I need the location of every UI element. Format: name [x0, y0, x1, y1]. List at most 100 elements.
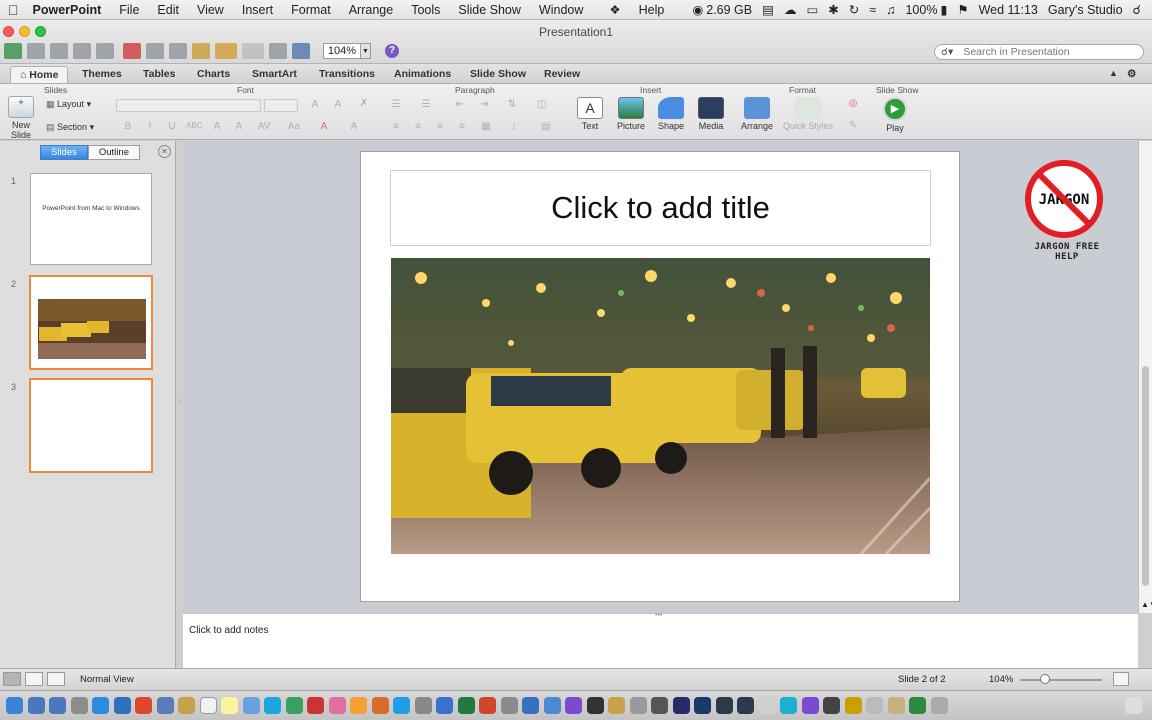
menu-window[interactable]: Window [539, 3, 583, 17]
facetime-icon[interactable] [285, 697, 303, 714]
keynote-icon[interactable] [543, 697, 561, 714]
notes-pane[interactable]: ••• Click to add notes [183, 612, 1138, 668]
app-menu[interactable]: PowerPoint [33, 3, 102, 17]
clear-format-icon[interactable]: ✗ [356, 98, 372, 111]
search-input[interactable] [963, 46, 1134, 58]
clock[interactable]: Wed 11:13 [979, 3, 1038, 17]
tab-themes[interactable]: Themes [73, 66, 131, 83]
system-preferences-icon[interactable] [414, 697, 432, 714]
slide-thumbnail-3[interactable] [29, 378, 153, 473]
tab-tables[interactable]: Tables [134, 66, 184, 83]
muse-icon[interactable] [844, 697, 862, 714]
flag-icon[interactable]: ⚑ [957, 2, 968, 17]
font-color-icon[interactable]: A [316, 121, 332, 134]
onenote-icon[interactable] [801, 697, 819, 714]
insert-media-button[interactable]: Media [692, 97, 730, 131]
docs-folder-icon[interactable] [930, 697, 948, 714]
menu-view[interactable]: View [197, 3, 224, 17]
cut-icon[interactable] [123, 43, 141, 59]
underline-icon[interactable]: U [164, 121, 180, 134]
presenter-view-button[interactable] [47, 672, 65, 686]
display-icon[interactable] [823, 697, 840, 714]
sharing-icon[interactable] [780, 697, 797, 714]
new-slide-button[interactable]: + New Slide [2, 96, 40, 140]
safari-icon[interactable] [92, 697, 109, 714]
folder-stack-icon[interactable] [866, 697, 883, 714]
scroll-thumb[interactable] [1142, 366, 1149, 586]
photoshop-icon[interactable] [694, 697, 711, 714]
italic-icon[interactable]: I [142, 121, 158, 134]
change-case-icon[interactable]: Aa [286, 121, 302, 134]
align-right-icon[interactable]: ≡ [432, 121, 448, 134]
help-viewer-icon[interactable] [758, 697, 776, 714]
finder-icon[interactable] [6, 697, 23, 714]
slide-photo-taxis[interactable] [391, 258, 930, 554]
airplay-icon[interactable]: ▭ [806, 2, 818, 17]
tab-outline[interactable]: Outline [87, 145, 140, 160]
xcode-icon[interactable] [436, 697, 453, 714]
numbering-icon[interactable]: ☰ [418, 99, 434, 112]
print-icon[interactable] [96, 43, 114, 59]
align-center-icon[interactable]: ≡ [410, 121, 426, 134]
fit-to-window-icon[interactable] [1113, 672, 1129, 686]
insert-picture-button[interactable]: Picture [611, 97, 651, 131]
premiere-icon[interactable] [672, 697, 690, 714]
notes-resize-handle[interactable]: ••• [655, 612, 662, 619]
spotlight-icon[interactable]: ☌ [1133, 2, 1141, 17]
media-browser-icon[interactable] [292, 43, 310, 59]
volume-icon[interactable]: ♫ [886, 3, 895, 17]
tab-charts[interactable]: Charts [188, 66, 239, 83]
timemachine-icon[interactable]: ↻ [849, 2, 859, 17]
photo-booth-icon[interactable] [307, 697, 324, 714]
wifi-icon[interactable]: ≈ [869, 3, 876, 17]
downloads-icon[interactable] [27, 697, 45, 714]
current-slide[interactable]: Click to add title [360, 151, 960, 602]
contacts-icon[interactable] [178, 697, 195, 714]
strikethrough-icon[interactable]: ABC [186, 121, 202, 134]
open-icon[interactable] [50, 43, 68, 59]
distribute-icon[interactable]: ▦ [478, 121, 494, 134]
ribbon-settings-icon[interactable]: ⚙ [1118, 66, 1145, 83]
columns-icon[interactable]: ◫ [534, 99, 550, 112]
script-icon[interactable]: ❖ [609, 2, 620, 17]
messages-icon[interactable] [264, 697, 281, 714]
bluetooth-icon[interactable]: ✱ [828, 2, 838, 17]
line-icon[interactable]: ✎ [840, 120, 866, 133]
menu-edit[interactable]: Edit [157, 3, 179, 17]
screen-capture-icon[interactable] [586, 697, 604, 714]
battery-icon[interactable]: ▮ [940, 2, 947, 17]
lightroom-icon[interactable] [715, 697, 733, 714]
automator-icon[interactable] [608, 697, 625, 714]
redo-icon[interactable] [242, 43, 264, 59]
subscript-icon[interactable]: A [231, 121, 247, 134]
shrink-font-icon[interactable]: A [330, 99, 346, 112]
lightroom-classic-icon[interactable] [737, 697, 754, 714]
normal-view-button[interactable] [3, 672, 21, 686]
arrange-button[interactable]: Arrange [738, 97, 776, 131]
excel-icon[interactable] [457, 697, 475, 714]
slide-sorter-button[interactable] [25, 672, 43, 686]
photos-icon[interactable] [350, 697, 367, 714]
text-effects-icon[interactable]: A [346, 121, 362, 134]
numbers-icon[interactable] [522, 697, 539, 714]
search-box[interactable]: ☌▾ [934, 44, 1144, 60]
tab-home[interactable]: ⌂ Home [10, 66, 69, 83]
grow-font-icon[interactable]: A [307, 99, 323, 112]
superscript-icon[interactable]: A [209, 121, 225, 134]
save-icon[interactable] [73, 43, 91, 59]
font-name-field[interactable] [116, 99, 261, 112]
tab-slides[interactable]: Slides [40, 145, 88, 160]
menu-help[interactable]: Help [639, 3, 665, 17]
paste-icon[interactable] [169, 43, 187, 59]
calendar-icon[interactable] [199, 697, 217, 714]
zoom-slider-knob[interactable] [1040, 674, 1050, 684]
undo-icon[interactable] [215, 43, 237, 59]
battery-readout[interactable]: 100% [905, 3, 937, 17]
slide-thumbnail-2[interactable] [29, 275, 153, 370]
imovie-icon[interactable] [565, 697, 582, 714]
menu-tools[interactable]: Tools [411, 3, 440, 17]
fill-icon[interactable]: ◎ [840, 98, 866, 111]
tab-review[interactable]: Review [535, 66, 589, 83]
tab-animations[interactable]: Animations [385, 66, 460, 83]
ibooks-icon[interactable] [371, 697, 389, 714]
